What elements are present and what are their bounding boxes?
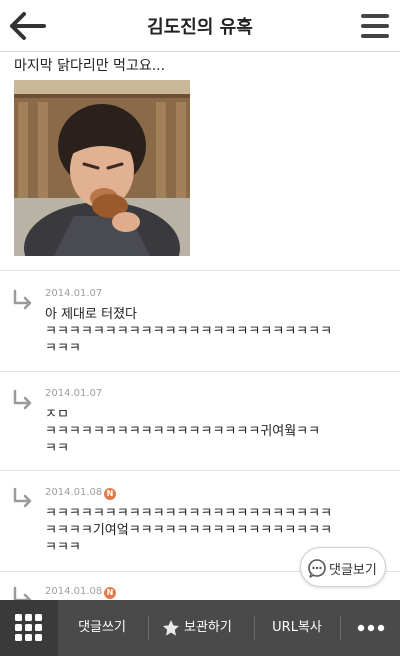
more-dots-icon: [357, 624, 385, 632]
grid-menu-icon: [15, 614, 42, 641]
bookmark-button[interactable]: 보관하기: [152, 600, 252, 656]
comment-line: ㅋㅋㅋ: [45, 341, 81, 356]
comment-line: ㅋㅋㅋㅋㅋㅋㅋㅋㅋㅋㅋㅋㅋㅋㅋㅋㅋㅋ귀여웤ㅋㅋ: [45, 424, 321, 439]
grid-menu-button[interactable]: [0, 600, 58, 656]
comment-date: 2014.01.08: [45, 586, 103, 597]
speech-bubble-icon: [308, 559, 326, 578]
star-icon: [163, 620, 179, 636]
toolbar-divider: [254, 616, 255, 640]
comment-date: 2014.01.07: [45, 388, 103, 399]
write-comment-button[interactable]: 댓글쓰기: [62, 600, 142, 656]
more-button[interactable]: [344, 600, 400, 656]
comment-line: ㅈㅁ: [45, 407, 69, 422]
comment-item: 2014.01.07 ㅈㅁ ㅋㅋㅋㅋㅋㅋㅋㅋㅋㅋㅋㅋㅋㅋㅋㅋㅋㅋ귀여웤ㅋㅋ ㅋㅋ: [0, 371, 400, 470]
reply-arrow-icon: [13, 487, 32, 508]
new-badge: N: [104, 587, 116, 599]
new-badge: N: [104, 488, 116, 500]
comment-body: 아 제대로 터졌다 ㅋㅋㅋㅋㅋㅋㅋㅋㅋㅋㅋㅋㅋㅋㅋㅋㅋㅋㅋㅋㅋㅋㅋㅋ ㅋㅋㅋ: [45, 306, 383, 357]
post-content: 마지막 닭다리만 먹고요...: [0, 52, 400, 270]
comment-date: 2014.01.08: [45, 487, 103, 498]
page-title: 김도진의 유혹: [147, 17, 253, 38]
post-text: 마지막 닭다리만 먹고요...: [14, 58, 166, 74]
hamburger-menu-icon[interactable]: [360, 12, 390, 40]
reply-arrow-icon: [13, 586, 32, 600]
bottom-toolbar: 댓글쓰기 보관하기 URL복사: [0, 600, 400, 656]
comment-date: 2014.01.07: [45, 288, 103, 299]
comment-item: 2014.01.07 아 제대로 터졌다 ㅋㅋㅋㅋㅋㅋㅋㅋㅋㅋㅋㅋㅋㅋㅋㅋㅋㅋㅋ…: [0, 270, 400, 371]
toolbar-divider: [340, 616, 341, 640]
toolbar-divider: [148, 616, 149, 640]
copy-url-button[interactable]: URL복사: [258, 600, 336, 656]
reply-arrow-icon: [13, 289, 32, 310]
comment-body: ㅈㅁ ㅋㅋㅋㅋㅋㅋㅋㅋㅋㅋㅋㅋㅋㅋㅋㅋㅋㅋ귀여웤ㅋㅋ ㅋㅋ: [45, 406, 383, 457]
comment-line: ㅋㅋㅋㅋ기여엌ㅋㅋㅋㅋㅋㅋㅋㅋㅋㅋㅋㅋㅋㅋㅋㅋㅋ: [45, 523, 333, 538]
comment-line: ㅋㅋㅋㅋㅋㅋㅋㅋㅋㅋㅋㅋㅋㅋㅋㅋㅋㅋㅋㅋㅋㅋㅋㅋ: [45, 324, 333, 339]
view-comments-button[interactable]: 댓글보기: [300, 547, 386, 587]
bookmark-label: 보관하기: [184, 620, 232, 635]
reply-arrow-icon: [13, 389, 32, 410]
view-comments-label: 댓글보기: [329, 563, 377, 578]
comment-line: 아 제대로 터졌다: [45, 307, 137, 322]
post-photo[interactable]: [14, 80, 190, 256]
top-app-bar: 김도진의 유혹: [0, 0, 400, 52]
comment-line: ㅋㅋ: [45, 441, 69, 456]
comment-line: ㅋㅋㅋㅋㅋㅋㅋㅋㅋㅋㅋㅋㅋㅋㅋㅋㅋㅋㅋㅋㅋㅋㅋㅋ: [45, 506, 333, 521]
